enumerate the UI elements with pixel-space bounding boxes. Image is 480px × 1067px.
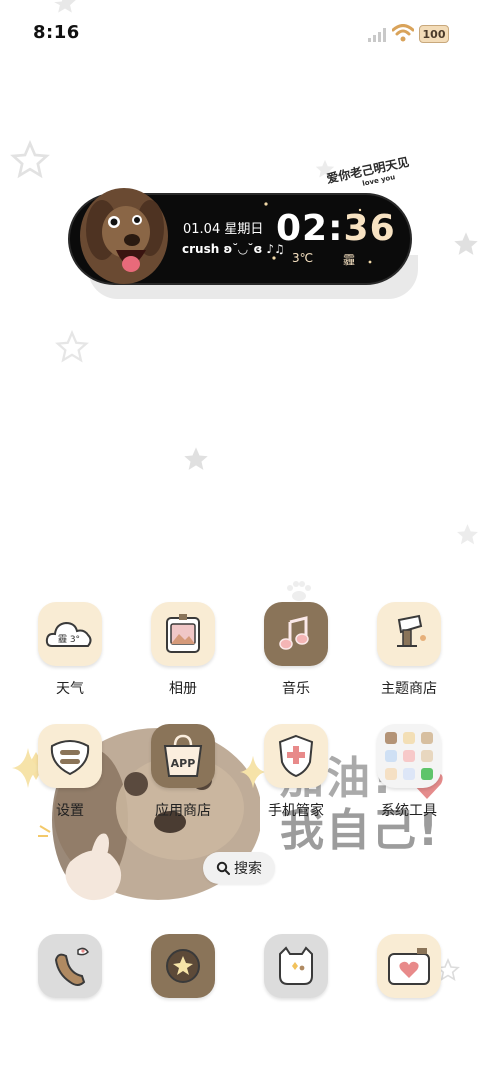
status-time: 8:16 <box>33 22 80 43</box>
battery-level: 100 <box>422 27 446 41</box>
app-music[interactable]: 音乐 <box>248 602 344 702</box>
dock-camera-icon[interactable] <box>377 934 441 998</box>
app-store-icon: APP <box>151 724 215 788</box>
battery-indicator: 100 <box>419 25 449 43</box>
dog-photo-icon <box>80 188 168 284</box>
settings-icon <box>38 724 102 788</box>
weather-icon: 霾 3° <box>38 602 102 666</box>
app-label: 相册 <box>169 681 197 697</box>
dock-phone-icon[interactable] <box>38 934 102 998</box>
app-label: 主题商店 <box>381 681 437 697</box>
dock-browser-icon[interactable] <box>151 934 215 998</box>
star-decoration-icon <box>54 0 76 13</box>
search-label: 搜索 <box>234 861 262 877</box>
app-label: 系统工具 <box>381 803 437 819</box>
wifi-icon <box>392 24 414 42</box>
signal-icon <box>368 28 386 42</box>
search-icon <box>216 861 230 875</box>
app-label: 天气 <box>56 681 84 697</box>
weather-badge: 霾 3° <box>58 634 80 645</box>
app-label: 手机管家 <box>268 803 324 819</box>
widget-sparkles <box>264 202 372 264</box>
app-label: 应用商店 <box>155 803 211 819</box>
app-label: 音乐 <box>282 681 310 697</box>
gallery-icon <box>151 602 215 666</box>
dock-messages-icon[interactable] <box>264 934 328 998</box>
phone-manager-icon <box>264 724 328 788</box>
star-decoration-icon <box>10 140 50 179</box>
star-decoration-icon <box>454 232 478 255</box>
music-icon <box>264 602 328 666</box>
app-settings[interactable]: 设置 <box>22 724 118 824</box>
theme-store-icon <box>377 602 441 666</box>
app-store-badge: APP <box>171 757 196 770</box>
app-phone-manager[interactable]: 手机管家 <box>248 724 344 824</box>
app-system-tools-folder[interactable]: 系统工具 <box>361 724 457 824</box>
star-decoration-icon <box>184 447 208 470</box>
system-tools-folder-icon <box>377 724 441 788</box>
app-weather[interactable]: 霾 3° 天气 <box>22 602 118 702</box>
star-decoration-icon <box>457 524 478 545</box>
app-label: 设置 <box>56 803 84 819</box>
widget-date: 01.04 星期日 <box>183 222 264 237</box>
app-app-store[interactable]: APP 应用商店 <box>135 724 231 824</box>
search-button[interactable]: 搜索 <box>203 852 275 884</box>
app-gallery[interactable]: 相册 <box>135 602 231 702</box>
star-decoration-icon <box>55 330 89 363</box>
paw-decoration-icon <box>287 581 311 601</box>
app-theme-store[interactable]: 主题商店 <box>361 602 457 702</box>
